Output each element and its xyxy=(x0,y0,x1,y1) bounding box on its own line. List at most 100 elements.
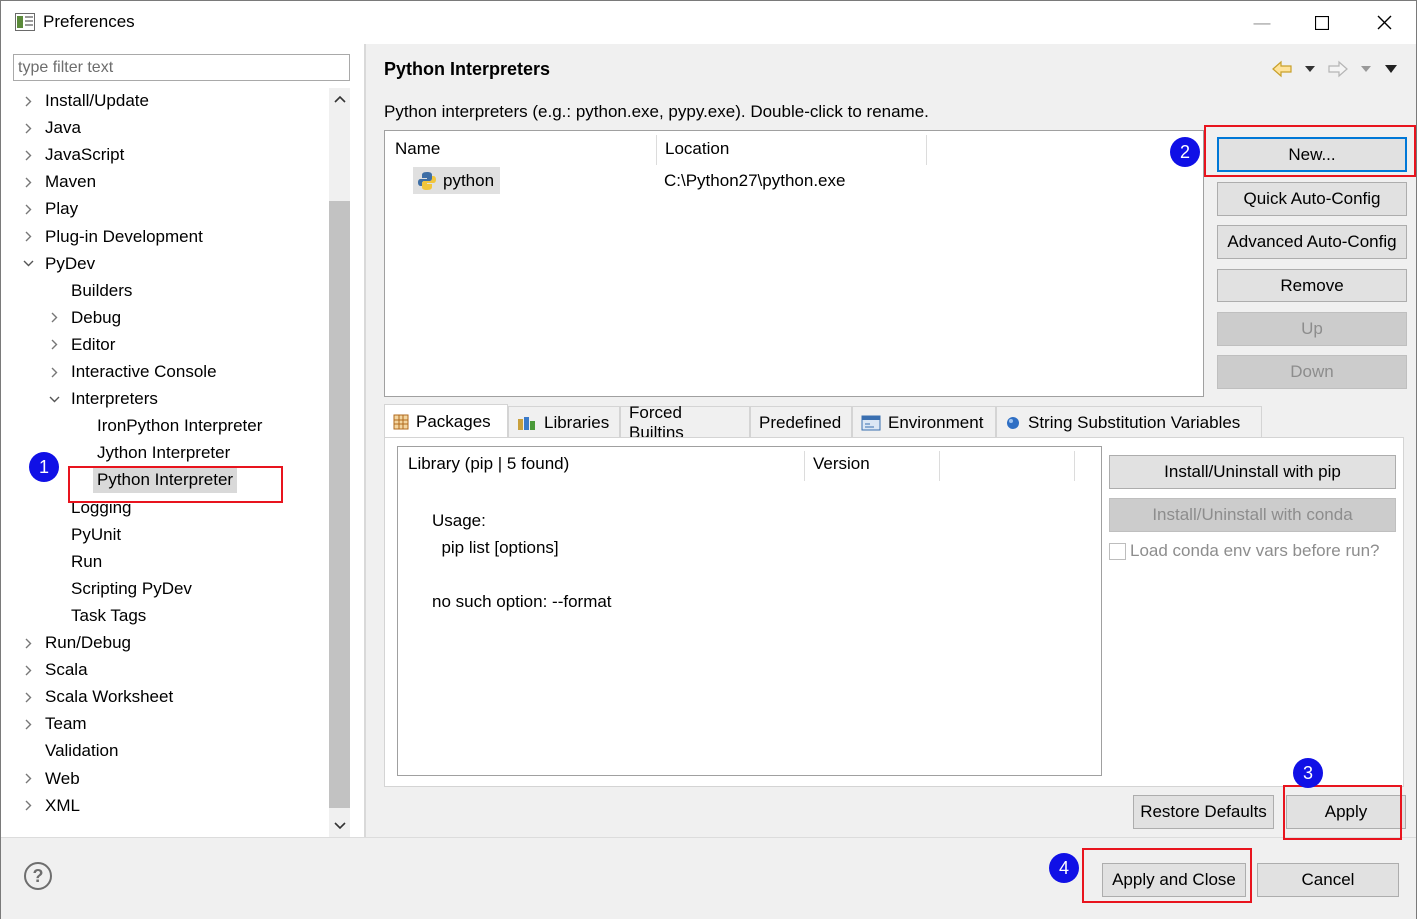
tree-item[interactable]: Editor xyxy=(1,332,327,358)
column-divider xyxy=(1074,451,1075,481)
back-arrow-icon[interactable] xyxy=(1271,59,1293,79)
step-badge-4: 4 xyxy=(1049,853,1079,883)
tab-environment[interactable]: Environment xyxy=(852,406,996,438)
back-dropdown-icon[interactable] xyxy=(1305,66,1315,72)
view-menu-icon[interactable] xyxy=(1385,65,1397,73)
environment-icon xyxy=(861,415,881,430)
tree-item[interactable]: Scala xyxy=(1,657,327,683)
libraries-icon xyxy=(518,416,535,430)
apply-and-close-button[interactable]: Apply and Close xyxy=(1102,863,1246,897)
window-title: Preferences xyxy=(43,12,135,31)
page-title: Python Interpreters xyxy=(384,59,551,79)
tree-item[interactable]: Play xyxy=(1,196,327,222)
down-button[interactable]: Down xyxy=(1217,355,1407,389)
tree-item[interactable]: XML xyxy=(1,793,327,819)
chevron-down-icon[interactable] xyxy=(21,251,35,277)
forward-arrow-icon[interactable] xyxy=(1327,59,1349,79)
preference-page: Python Interpreters Python interpreters … xyxy=(366,44,1416,837)
chevron-right-icon[interactable] xyxy=(21,711,35,737)
tree-item[interactable]: PyDev xyxy=(1,251,327,277)
chevron-right-icon[interactable] xyxy=(21,88,35,114)
tab-predefined[interactable]: Predefined xyxy=(750,406,852,438)
chevron-right-icon[interactable] xyxy=(21,684,35,710)
tree-item[interactable]: Builders xyxy=(1,278,327,304)
tab-forced-builtins[interactable]: Forced Builtins xyxy=(620,403,750,442)
column-header-version[interactable]: Version xyxy=(813,447,870,481)
chevron-right-icon[interactable] xyxy=(21,115,35,141)
tree-item[interactable]: Task Tags xyxy=(1,603,327,629)
help-icon[interactable]: ? xyxy=(24,862,52,890)
tree-item[interactable]: Team xyxy=(1,711,327,737)
tree-item[interactable]: Run xyxy=(1,549,327,575)
column-header-location[interactable]: Location xyxy=(665,131,729,166)
table-row-name[interactable]: python xyxy=(413,167,501,194)
load-conda-checkbox[interactable] xyxy=(1109,543,1126,560)
chevron-right-icon[interactable] xyxy=(21,224,35,250)
new-interpreter-button[interactable]: New... xyxy=(1217,137,1407,172)
tree-item[interactable]: Maven xyxy=(1,169,327,195)
tree-item-label: PyUnit xyxy=(71,524,122,544)
chevron-right-icon[interactable] xyxy=(21,766,35,792)
tree-item[interactable]: Install/Update xyxy=(1,88,327,114)
tree-item[interactable]: Scala Worksheet xyxy=(1,684,327,710)
packages-table[interactable]: Library (pip | 5 found) Version Usage: p… xyxy=(397,446,1102,776)
chevron-right-icon[interactable] xyxy=(47,305,61,331)
sidebar-scrollbar[interactable] xyxy=(329,88,350,837)
tab-libraries[interactable]: Libraries xyxy=(508,406,620,438)
remove-button[interactable]: Remove xyxy=(1217,269,1407,302)
tree-item[interactable]: Interpreters xyxy=(1,386,327,412)
tree-item[interactable]: JavaScript xyxy=(1,142,327,168)
tree-item-label: Web xyxy=(45,768,80,788)
cancel-button[interactable]: Cancel xyxy=(1257,863,1399,897)
preferences-app-icon xyxy=(15,13,35,31)
chevron-right-icon[interactable] xyxy=(21,630,35,656)
chevron-up-icon xyxy=(333,95,346,103)
tree-item[interactable]: Debug xyxy=(1,305,327,331)
apply-button[interactable]: Apply xyxy=(1286,795,1406,829)
tree-item[interactable]: Plug-in Development xyxy=(1,224,327,250)
chevron-right-icon[interactable] xyxy=(21,196,35,222)
scroll-thumb[interactable] xyxy=(329,201,350,808)
tree-item[interactable]: Validation xyxy=(1,738,327,764)
scroll-up-arrow[interactable] xyxy=(329,88,350,110)
tree-item[interactable]: Java xyxy=(1,115,327,141)
tree-item-label: Interpreters xyxy=(71,389,158,409)
tree-item[interactable]: PyUnit xyxy=(1,522,327,548)
column-header-library[interactable]: Library (pip | 5 found) xyxy=(408,447,569,481)
chevron-right-icon[interactable] xyxy=(21,169,35,195)
quick-auto-config-button[interactable]: Quick Auto-Config xyxy=(1217,182,1407,216)
tree-item[interactable]: Scripting PyDev xyxy=(1,576,327,602)
tree-item[interactable]: Logging xyxy=(1,495,327,521)
interpreter-name: python xyxy=(443,170,495,190)
tree-item-label: Scala Worksheet xyxy=(45,687,174,707)
title-bar: Preferences — xyxy=(1,1,1416,44)
column-header-name[interactable]: Name xyxy=(395,131,440,166)
filter-input[interactable] xyxy=(13,54,350,81)
minimize-button[interactable]: — xyxy=(1232,1,1292,44)
advanced-auto-config-button[interactable]: Advanced Auto-Config xyxy=(1217,225,1407,259)
tree-item[interactable]: Web xyxy=(1,766,327,792)
tab-string-substitution[interactable]: String Substitution Variables xyxy=(996,406,1262,438)
forward-dropdown-icon[interactable] xyxy=(1361,66,1371,72)
chevron-right-icon[interactable] xyxy=(47,332,61,358)
up-button[interactable]: Up xyxy=(1217,312,1407,346)
tree-item-label: Run xyxy=(71,551,103,571)
close-button[interactable] xyxy=(1354,1,1414,44)
tree-item-label: Scripting PyDev xyxy=(71,578,192,598)
tree-item[interactable]: IronPython Interpreter xyxy=(1,413,327,439)
restore-defaults-button[interactable]: Restore Defaults xyxy=(1133,795,1274,829)
tree-item[interactable]: Interactive Console xyxy=(1,359,327,385)
chevron-right-icon[interactable] xyxy=(21,793,35,819)
chevron-right-icon[interactable] xyxy=(47,359,61,385)
tab-packages[interactable]: Packages xyxy=(384,404,508,438)
interpreters-table[interactable]: Name Location python C:\Python27\python.… xyxy=(384,130,1204,397)
chevron-right-icon[interactable] xyxy=(21,657,35,683)
tab-environment-label: Environment xyxy=(888,412,984,432)
install-pip-button[interactable]: Install/Uninstall with pip xyxy=(1109,455,1396,489)
maximize-button[interactable] xyxy=(1292,1,1352,44)
tree-item[interactable]: Run/Debug xyxy=(1,630,327,656)
install-conda-button[interactable]: Install/Uninstall with conda xyxy=(1109,498,1396,532)
chevron-down-icon[interactable] xyxy=(47,386,61,412)
scroll-down-arrow[interactable] xyxy=(329,815,350,837)
chevron-right-icon[interactable] xyxy=(21,142,35,168)
